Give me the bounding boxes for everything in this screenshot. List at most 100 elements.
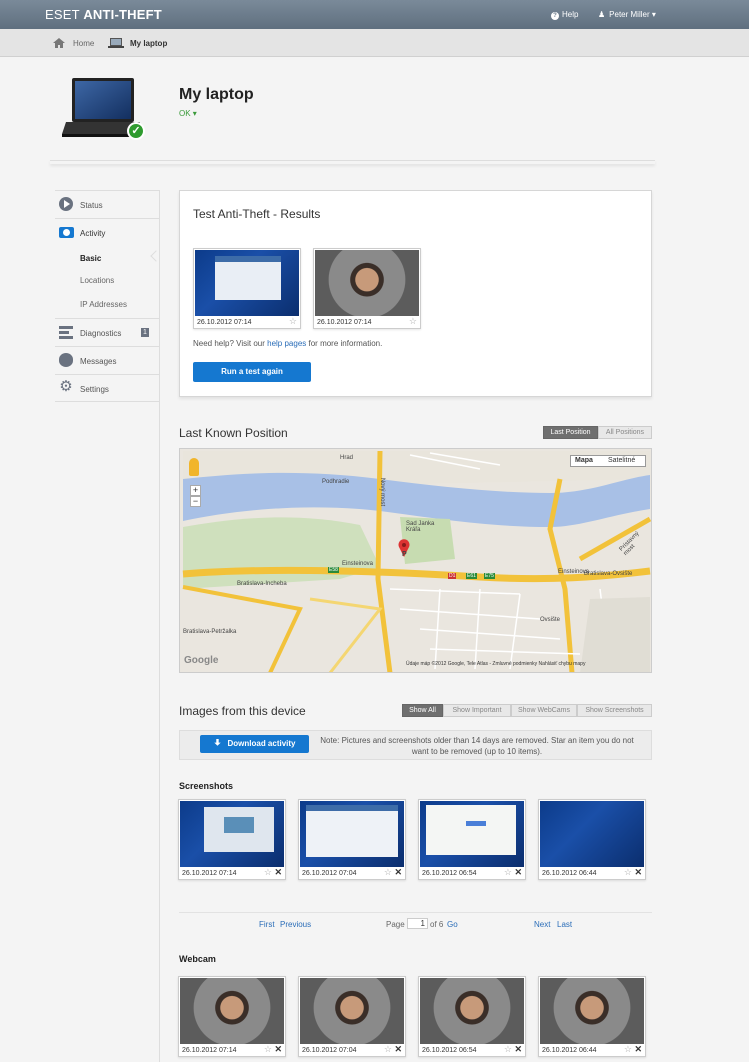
- pager-first[interactable]: First: [259, 920, 275, 929]
- delete-icon[interactable]: ✕: [274, 1044, 282, 1055]
- tab-last-position[interactable]: Last Position: [543, 426, 598, 439]
- google-logo: Google: [184, 655, 219, 666]
- map-label-e58: E58: [328, 567, 339, 573]
- map-label-park: Sad Janka Kráľa: [406, 521, 435, 533]
- map-label-einsteinova-1: Einsteinova: [342, 561, 374, 567]
- images-title: Images from this device: [179, 704, 306, 718]
- star-icon[interactable]: ☆: [264, 1044, 272, 1055]
- sidebar-item-status[interactable]: Status: [55, 190, 159, 218]
- brand-logo[interactable]: ESET ANTI-THEFT: [45, 7, 162, 22]
- diagnostics-count-badge: 1: [141, 328, 149, 337]
- map-label-novy-most: Nový most: [379, 477, 386, 507]
- zoom-in-button[interactable]: +: [190, 485, 201, 496]
- position-tabs: Last Position All Positions: [543, 426, 652, 439]
- sidebar-item-messages[interactable]: Messages: [55, 346, 159, 374]
- zoom-out-button[interactable]: −: [190, 496, 201, 507]
- map[interactable]: Mapa Satelitné + − Hrad Podhradie Nový m…: [179, 448, 652, 673]
- breadcrumb: Home My laptop: [0, 29, 749, 57]
- webcam-image: [315, 250, 419, 316]
- sidebar-item-settings[interactable]: ⚙ Settings: [55, 374, 159, 402]
- webcam-image: [420, 978, 524, 1044]
- webcam-thumb[interactable]: 26.10.2012 07:14 ☆ ✕: [178, 976, 286, 1057]
- pagination: First Previous Page 1 of 6 Go Next Last: [179, 912, 652, 934]
- map-attribution[interactable]: Údaje máp ©2012 Google, Tele Atlas - Zml…: [406, 661, 585, 667]
- star-icon[interactable]: ☆: [504, 867, 512, 878]
- content-divider: [159, 190, 160, 1062]
- download-activity-button[interactable]: Download activity: [200, 735, 309, 753]
- delete-icon[interactable]: ✕: [634, 1044, 642, 1055]
- tab-show-all[interactable]: Show All: [402, 704, 443, 717]
- test-results-title: Test Anti-Theft - Results: [193, 207, 321, 221]
- pager-go[interactable]: Go: [447, 920, 458, 929]
- map-label-ovsiste-stop: Bratislava-Ovsište: [584, 571, 633, 577]
- map-label-e75: E75: [484, 573, 495, 579]
- breadcrumb-current: My laptop: [130, 39, 168, 48]
- delete-icon[interactable]: ✕: [514, 1044, 522, 1055]
- sidebar-sub-ip-addresses[interactable]: IP Addresses: [80, 300, 127, 309]
- star-icon[interactable]: ☆: [504, 1044, 512, 1055]
- device-title: My laptop: [179, 86, 254, 103]
- delete-icon[interactable]: ✕: [274, 867, 282, 878]
- test-results-card: Test Anti-Theft - Results 26.10.2012 07:…: [179, 190, 652, 397]
- play-icon: [59, 197, 73, 211]
- tab-all-positions[interactable]: All Positions: [598, 426, 652, 439]
- delete-icon[interactable]: ✕: [394, 1044, 402, 1055]
- sidebar-sub-locations[interactable]: Locations: [80, 276, 114, 285]
- pager-previous[interactable]: Previous: [280, 920, 311, 929]
- ok-check-icon: ✓: [127, 122, 145, 140]
- gear-icon: ⚙: [59, 378, 73, 395]
- screenshots-title: Screenshots: [179, 781, 234, 791]
- test-screenshot-thumb[interactable]: 26.10.2012 07:14 ☆: [193, 248, 301, 329]
- screenshot-thumb[interactable]: 26.10.2012 06:44 ☆ ✕: [538, 799, 646, 880]
- breadcrumb-home[interactable]: Home: [73, 39, 94, 48]
- pager-page-input[interactable]: 1: [407, 918, 428, 929]
- star-icon[interactable]: ☆: [624, 867, 632, 878]
- home-icon: [53, 38, 65, 48]
- screenshot-thumb[interactable]: 26.10.2012 07:04 ☆ ✕: [298, 799, 406, 880]
- sidebar-item-diagnostics[interactable]: Diagnostics 1: [55, 318, 159, 346]
- screenshot-thumb[interactable]: 26.10.2012 07:14 ☆ ✕: [178, 799, 286, 880]
- test-webcam-thumb[interactable]: 26.10.2012 07:14 ☆: [313, 248, 421, 329]
- star-icon[interactable]: ☆: [624, 1044, 632, 1055]
- pager-of-total: of 6: [430, 920, 444, 929]
- screenshot-thumb[interactable]: 26.10.2012 06:54 ☆ ✕: [418, 799, 526, 880]
- tab-show-screenshots[interactable]: Show Screenshots: [577, 704, 652, 717]
- delete-icon[interactable]: ✕: [634, 867, 642, 878]
- map-type-mapa[interactable]: Mapa: [575, 457, 593, 464]
- help-link[interactable]: ? Help: [551, 10, 578, 20]
- map-canvas: [180, 449, 651, 672]
- webcam-title: Webcam: [179, 954, 216, 964]
- webcam-thumb[interactable]: 26.10.2012 06:44 ☆ ✕: [538, 976, 646, 1057]
- map-type-satellite[interactable]: Satelitné: [608, 457, 635, 464]
- sidebar-item-activity[interactable]: Activity Basic Locations IP Addresses: [55, 218, 159, 318]
- star-icon[interactable]: ☆: [409, 316, 417, 327]
- retention-note: Note: Pictures and screenshots older tha…: [320, 736, 634, 756]
- tab-show-webcams[interactable]: Show WebCams: [511, 704, 577, 717]
- run-test-button[interactable]: Run a test again: [193, 362, 311, 382]
- delete-icon[interactable]: ✕: [394, 867, 402, 878]
- pager-next[interactable]: Next: [534, 920, 550, 929]
- image-filter-tabs: Show All Show Important Show WebCams Sho…: [402, 704, 652, 717]
- pegman-icon[interactable]: [189, 458, 199, 476]
- star-icon[interactable]: ☆: [384, 867, 392, 878]
- chat-icon: [59, 353, 73, 367]
- delete-icon[interactable]: ✕: [514, 867, 522, 878]
- webcam-thumb[interactable]: 26.10.2012 07:04 ☆ ✕: [298, 976, 406, 1057]
- map-label-d1: D1: [448, 573, 457, 579]
- webcam-image: [540, 978, 644, 1044]
- screenshot-image: [180, 801, 284, 867]
- star-icon[interactable]: ☆: [289, 316, 297, 327]
- webcam-thumb[interactable]: 26.10.2012 06:54 ☆ ✕: [418, 976, 526, 1057]
- device-status-badge[interactable]: OK ▾: [179, 109, 197, 118]
- star-icon[interactable]: ☆: [264, 867, 272, 878]
- map-label-ovsiste: Ovsište: [540, 617, 561, 623]
- pager-last[interactable]: Last: [557, 920, 572, 929]
- star-icon[interactable]: ☆: [384, 1044, 392, 1055]
- tab-show-important[interactable]: Show Important: [443, 704, 511, 717]
- user-menu[interactable]: ♟ Peter Miller ▾: [598, 10, 656, 19]
- help-pages-link[interactable]: help pages: [267, 339, 306, 348]
- map-type-control: Mapa Satelitné: [570, 455, 646, 467]
- sidebar-sub-basic[interactable]: Basic: [80, 254, 101, 263]
- camera-icon: [59, 227, 74, 238]
- top-bar: ESET ANTI-THEFT ? Help ♟ Peter Miller ▾: [0, 0, 749, 29]
